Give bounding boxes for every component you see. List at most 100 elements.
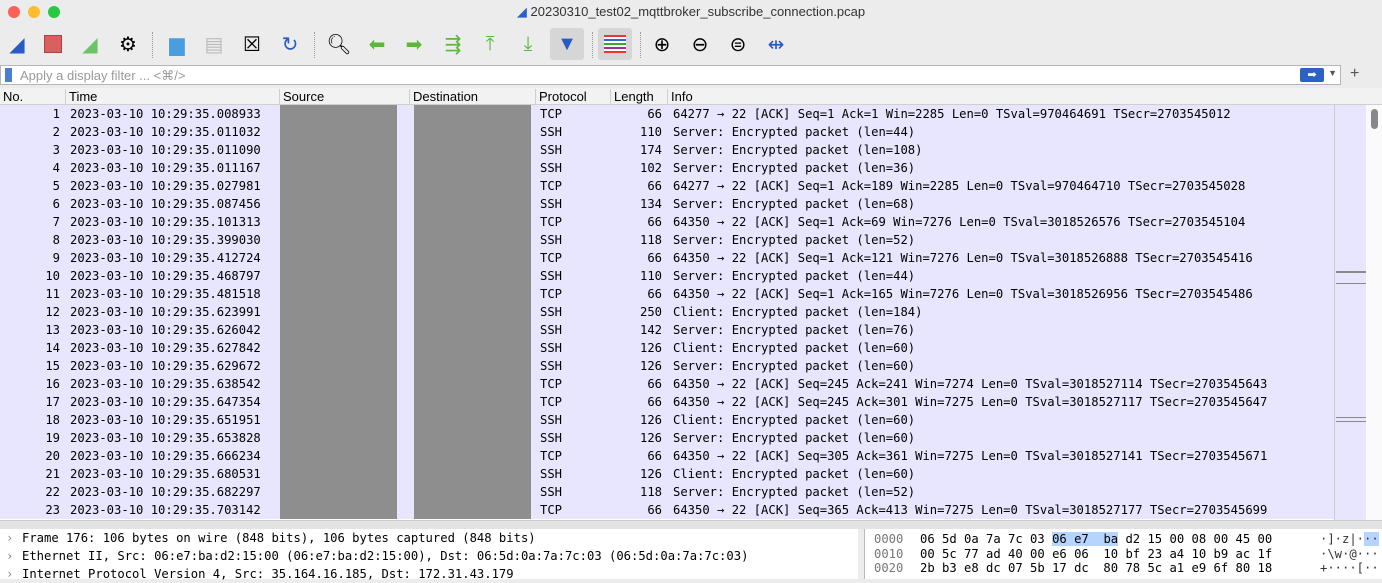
packet-source-redacted [280, 123, 397, 141]
packet-source-redacted [280, 213, 397, 231]
packet-time: 2023-03-10 10:29:35.647354 [70, 393, 261, 411]
apply-filter-arrow-icon[interactable]: ➡ [1300, 68, 1324, 82]
capture-options-icon[interactable]: ⚙ [113, 28, 143, 60]
packet-destination-redacted [414, 447, 531, 465]
column-destination[interactable]: Destination [409, 89, 478, 105]
packet-time: 2023-03-10 10:29:35.399030 [70, 231, 261, 249]
packet-source-redacted [280, 357, 397, 375]
open-file-icon[interactable]: ▆ [162, 28, 192, 60]
packet-time: 2023-03-10 10:29:35.087456 [70, 195, 261, 213]
display-filter-input[interactable]: Apply a display filter ... <⌘/> ➡ ▼ [0, 65, 1341, 85]
close-file-icon[interactable]: ☒ [237, 28, 267, 60]
packet-list-scrollbar[interactable] [1366, 105, 1382, 520]
packet-row[interactable]: 42023-03-10 10:29:35.011167SSH102Server:… [0, 159, 1334, 177]
add-filter-button[interactable]: + [1350, 65, 1359, 83]
packet-source-redacted [280, 177, 397, 195]
stop-capture-icon[interactable] [38, 28, 68, 60]
detail-ethernet[interactable]: Ethernet II, Src: 06:e7:ba:d2:15:00 (06:… [0, 547, 858, 565]
packet-row[interactable]: 52023-03-10 10:29:35.027981TCP6664277 → … [0, 177, 1334, 195]
go-to-packet-icon[interactable]: ⇶ [438, 28, 468, 60]
column-protocol[interactable]: Protocol [535, 89, 587, 105]
hex-ascii[interactable]: ·]·z|··· [1320, 532, 1379, 547]
zoom-in-icon[interactable]: ⊕ [647, 28, 677, 60]
packet-row[interactable]: 222023-03-10 10:29:35.682297SSH118Server… [0, 483, 1334, 501]
packet-minimap[interactable] [1334, 105, 1366, 520]
bookmark-icon[interactable] [5, 68, 12, 82]
column-no[interactable]: No. [0, 89, 23, 105]
packet-row[interactable]: 172023-03-10 10:29:35.647354TCP6664350 →… [0, 393, 1334, 411]
maximize-window-button[interactable] [48, 6, 60, 18]
hex-bytes[interactable]: 2b b3 e8 dc 07 5b 17 dc 80 78 5c a1 e9 6… [920, 561, 1272, 576]
packet-row[interactable]: 162023-03-10 10:29:35.638542TCP6664350 →… [0, 375, 1334, 393]
packet-row[interactable]: 122023-03-10 10:29:35.623991SSH250Client… [0, 303, 1334, 321]
save-file-icon[interactable]: ▤ [199, 28, 229, 60]
packet-protocol: SSH [540, 429, 562, 447]
packet-row[interactable]: 142023-03-10 10:29:35.627842SSH126Client… [0, 339, 1334, 357]
detail-frame[interactable]: Frame 176: 106 bytes on wire (848 bits),… [0, 529, 858, 547]
zoom-normal-icon[interactable]: ⊜ [723, 28, 753, 60]
hex-row: 001000 5c 77 ad 40 00 e6 06 10 bf 23 a4 … [865, 547, 1382, 562]
pane-splitter[interactable] [0, 520, 1382, 529]
packet-number: 5 [53, 177, 60, 195]
packet-length: 142 [640, 321, 662, 339]
restart-capture-icon[interactable]: ◢ [75, 28, 105, 60]
packet-row[interactable]: 32023-03-10 10:29:35.011090SSH174Server:… [0, 141, 1334, 159]
packet-row[interactable]: 182023-03-10 10:29:35.651951SSH126Client… [0, 411, 1334, 429]
packet-destination-redacted [414, 303, 531, 321]
packet-info: 64350 → 22 [ACK] Seq=1 Ack=69 Win=7276 L… [673, 213, 1245, 231]
packet-time: 2023-03-10 10:29:35.638542 [70, 375, 261, 393]
hex-bytes[interactable]: 06 5d 0a 7a 7c 03 06 e7 ba d2 15 00 08 0… [920, 532, 1272, 547]
packet-row[interactable]: 92023-03-10 10:29:35.412724TCP6664350 → … [0, 249, 1334, 267]
auto-scroll-icon[interactable]: ▼ [550, 28, 584, 60]
hex-ascii[interactable]: +····[·· [1320, 561, 1379, 576]
packet-row[interactable]: 192023-03-10 10:29:35.653828SSH126Server… [0, 429, 1334, 447]
detail-ip[interactable]: Internet Protocol Version 4, Src: 35.164… [0, 565, 858, 583]
column-source[interactable]: Source [279, 89, 324, 105]
packet-row[interactable]: 62023-03-10 10:29:35.087456SSH134Server:… [0, 195, 1334, 213]
packet-row[interactable]: 112023-03-10 10:29:35.481518TCP6664350 →… [0, 285, 1334, 303]
find-packet-icon[interactable]: 🔍︎ [324, 28, 354, 60]
hex-ascii[interactable]: ·\w·@··· [1320, 547, 1379, 562]
column-info[interactable]: Info [667, 89, 693, 105]
chevron-down-icon[interactable]: ▼ [1328, 68, 1337, 78]
packet-row[interactable]: 82023-03-10 10:29:35.399030SSH118Server:… [0, 231, 1334, 249]
packet-row[interactable]: 132023-03-10 10:29:35.626042SSH142Server… [0, 321, 1334, 339]
column-length[interactable]: Length [610, 89, 654, 105]
packet-protocol: SSH [540, 303, 562, 321]
packet-row[interactable]: 12023-03-10 10:29:35.008933TCP6664277 → … [0, 105, 1334, 123]
packet-protocol: TCP [540, 177, 562, 195]
packet-info: Client: Encrypted packet (len=60) [673, 465, 915, 483]
go-back-icon[interactable]: ⬅ [362, 28, 392, 60]
packet-row[interactable]: 212023-03-10 10:29:35.680531SSH126Client… [0, 465, 1334, 483]
packet-source-redacted [280, 105, 397, 123]
go-first-icon[interactable]: ⤒ [475, 28, 505, 60]
column-time[interactable]: Time [65, 89, 97, 105]
packet-row[interactable]: 22023-03-10 10:29:35.011032SSH110Server:… [0, 123, 1334, 141]
minimize-window-button[interactable] [28, 6, 40, 18]
colorize-icon[interactable] [598, 28, 632, 60]
packet-destination-redacted [414, 411, 531, 429]
packet-source-redacted [280, 375, 397, 393]
zoom-out-icon[interactable]: ⊖ [685, 28, 715, 60]
packet-info: Client: Encrypted packet (len=60) [673, 339, 915, 357]
packet-row[interactable]: 232023-03-10 10:29:35.703142TCP6664350 →… [0, 501, 1334, 519]
packet-row[interactable]: 102023-03-10 10:29:35.468797SSH110Server… [0, 267, 1334, 285]
packet-info: 64277 → 22 [ACK] Seq=1 Ack=189 Win=2285 … [673, 177, 1245, 195]
close-window-button[interactable] [8, 6, 20, 18]
go-forward-icon[interactable]: ➡ [399, 28, 429, 60]
packet-time: 2023-03-10 10:29:35.481518 [70, 285, 261, 303]
packet-length: 250 [640, 303, 662, 321]
resize-columns-icon[interactable]: ⇹ [761, 28, 791, 60]
packet-row[interactable]: 152023-03-10 10:29:35.629672SSH126Server… [0, 357, 1334, 375]
packet-protocol: TCP [540, 285, 562, 303]
reload-file-icon[interactable]: ↻ [275, 28, 305, 60]
hex-bytes[interactable]: 00 5c 77 ad 40 00 e6 06 10 bf 23 a4 10 b… [920, 547, 1272, 562]
packet-row[interactable]: 202023-03-10 10:29:35.666234TCP6664350 →… [0, 447, 1334, 465]
window-title: 20230310_test02_mqttbroker_subscribe_con… [531, 4, 866, 19]
go-last-icon[interactable]: ⤓ [513, 28, 543, 60]
packet-destination-redacted [414, 141, 531, 159]
start-capture-icon[interactable]: ◢ [2, 28, 32, 60]
packet-source-redacted [280, 231, 397, 249]
packet-destination-redacted [414, 393, 531, 411]
packet-row[interactable]: 72023-03-10 10:29:35.101313TCP6664350 → … [0, 213, 1334, 231]
